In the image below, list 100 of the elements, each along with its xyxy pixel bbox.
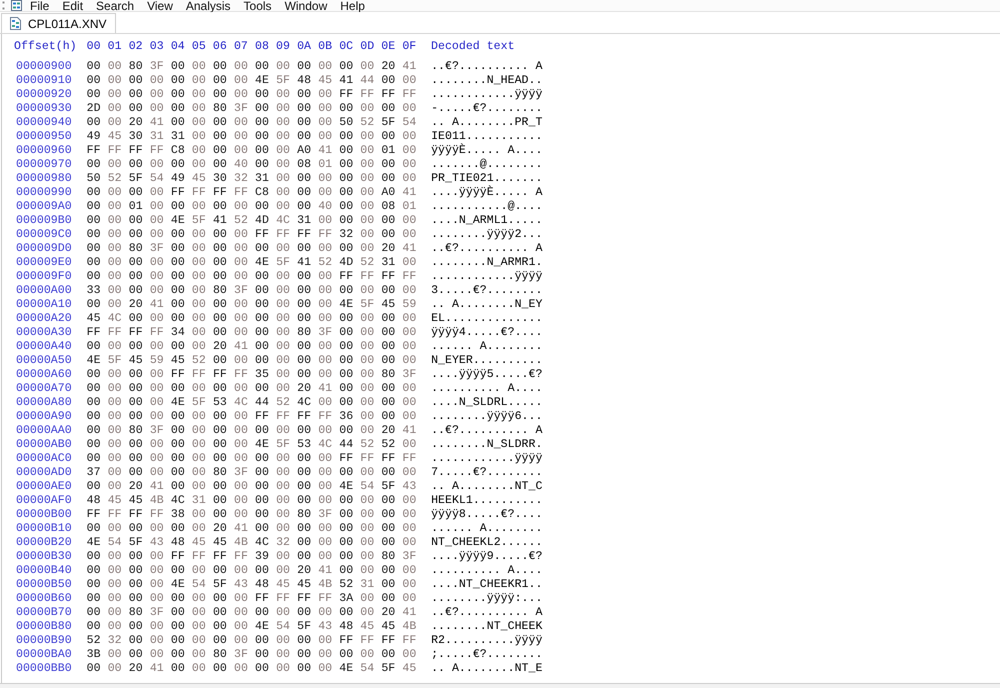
hex-byte: 00 (170, 382, 185, 396)
hex-byte: 00 (276, 382, 290, 396)
hex-byte: FF (360, 634, 374, 648)
hex-byte: 00 (360, 508, 374, 522)
hex-byte: 00 (108, 284, 122, 298)
hex-byte: 00 (381, 312, 396, 326)
hex-byte: 00 (192, 130, 206, 144)
hex-byte: 00 (318, 102, 332, 116)
hex-byte: FF (381, 270, 396, 284)
hex-byte: 00 (212, 606, 227, 620)
hex-byte: 00 (170, 606, 185, 620)
hex-byte: 00 (192, 60, 206, 74)
hex-byte: 00 (192, 340, 206, 354)
hex-byte: 00 (86, 620, 101, 634)
menu-item[interactable]: File (30, 0, 50, 12)
offset-label: 00000BA0 (16, 648, 72, 662)
hex-byte: FF (381, 452, 396, 466)
hex-byte: 00 (108, 438, 122, 452)
hex-byte: 00 (255, 130, 269, 144)
hex-byte: 00 (150, 74, 164, 88)
hex-byte: 00 (86, 564, 101, 578)
hex-byte: 5F (381, 662, 396, 676)
hex-byte: 4E (255, 438, 269, 452)
hex-byte: 00 (339, 200, 354, 214)
hex-byte: 00 (339, 508, 354, 522)
menu-item[interactable]: Search (96, 0, 134, 12)
hex-byte: 08 (297, 158, 312, 172)
hex-byte: 00 (212, 270, 227, 284)
menu-item[interactable]: View (147, 0, 173, 12)
hex-byte: 00 (276, 494, 290, 508)
decoded-text: ........ÿÿÿÿ6... (431, 410, 542, 424)
hex-byte: 5F (128, 172, 143, 186)
hex-byte: 00 (234, 424, 248, 438)
hex-byte: 00 (360, 522, 374, 536)
offset-label: 00000B30 (16, 550, 72, 564)
app-icon[interactable] (11, 0, 22, 11)
decoded-text: EL.............. (431, 312, 542, 326)
hex-byte: 3F (150, 60, 164, 74)
hex-byte: 00 (108, 480, 122, 494)
hex-byte: 00 (360, 186, 374, 200)
hex-byte: 52 (108, 172, 122, 186)
hex-byte: 00 (212, 508, 227, 522)
menu-item[interactable]: Edit (62, 0, 84, 12)
hex-byte: FF (234, 368, 248, 382)
hex-byte: FF (297, 592, 312, 606)
hex-byte: 00 (108, 564, 122, 578)
hex-byte: 00 (128, 214, 143, 228)
hex-byte: 52 (234, 214, 248, 228)
hex-byte: FF (276, 592, 290, 606)
decoded-text: ....ÿÿÿÿ5.....€? (431, 368, 542, 382)
hex-byte: 00 (86, 186, 101, 200)
menu-item[interactable]: Analysis (186, 0, 231, 12)
hex-byte: 30 (128, 130, 143, 144)
hex-byte: 00 (318, 662, 332, 676)
hex-byte: 00 (297, 648, 312, 662)
hex-byte: 00 (360, 382, 374, 396)
hex-byte: 00 (212, 298, 227, 312)
menu-item[interactable]: Help (340, 0, 365, 12)
file-tab[interactable]: CPL011A.XNV (1, 13, 116, 33)
hex-byte: 45 (402, 662, 416, 676)
offset-label: 000009D0 (16, 242, 72, 256)
hex-byte: 00 (128, 340, 143, 354)
hex-byte: 00 (339, 340, 354, 354)
hex-byte: 80 (212, 648, 227, 662)
hex-byte: 00 (318, 550, 332, 564)
menu-item[interactable]: Tools (244, 0, 272, 12)
hex-byte: 34 (170, 326, 185, 340)
hex-byte: 52 (276, 396, 290, 410)
hex-byte: FF (150, 508, 164, 522)
hex-byte: 4E (255, 256, 269, 270)
hex-byte: 20 (128, 662, 143, 676)
offset-label: 00000AB0 (16, 438, 72, 452)
decoded-text: ÿÿÿÿ4.....€?.... (431, 326, 542, 340)
hex-byte: 00 (402, 522, 416, 536)
menu-item[interactable]: Window (284, 0, 328, 12)
decoded-text: 3.....€?........ (431, 284, 542, 298)
hex-byte: 00 (360, 60, 374, 74)
hex-byte: 00 (276, 116, 290, 130)
decoded-text: PR_TIE021....... (431, 172, 542, 185)
hex-byte: 00 (108, 620, 122, 634)
hex-byte: 4E (339, 298, 354, 312)
hex-byte: 52 (360, 116, 374, 130)
hex-byte: 00 (108, 60, 122, 74)
hex-byte: FF (150, 144, 164, 158)
hex-byte: 00 (108, 256, 122, 270)
hex-byte: 00 (339, 158, 354, 172)
hex-byte: 00 (86, 396, 101, 410)
hex-byte: 00 (255, 508, 269, 522)
hex-byte: FF (128, 144, 143, 158)
hex-byte: 00 (381, 214, 396, 228)
offset-label: 00000AA0 (16, 424, 72, 438)
hex-byte: 00 (318, 424, 332, 438)
offset-column-header: Offset(h) (14, 40, 77, 54)
hex-byte: 31 (381, 256, 396, 270)
hex-byte: 00 (297, 480, 312, 494)
hex-byte: 00 (170, 270, 185, 284)
hex-byte: 00 (192, 522, 206, 536)
offset-label: 00000930 (16, 102, 72, 116)
hex-byte: 08 (381, 200, 396, 214)
hex-byte: 44 (255, 396, 269, 410)
